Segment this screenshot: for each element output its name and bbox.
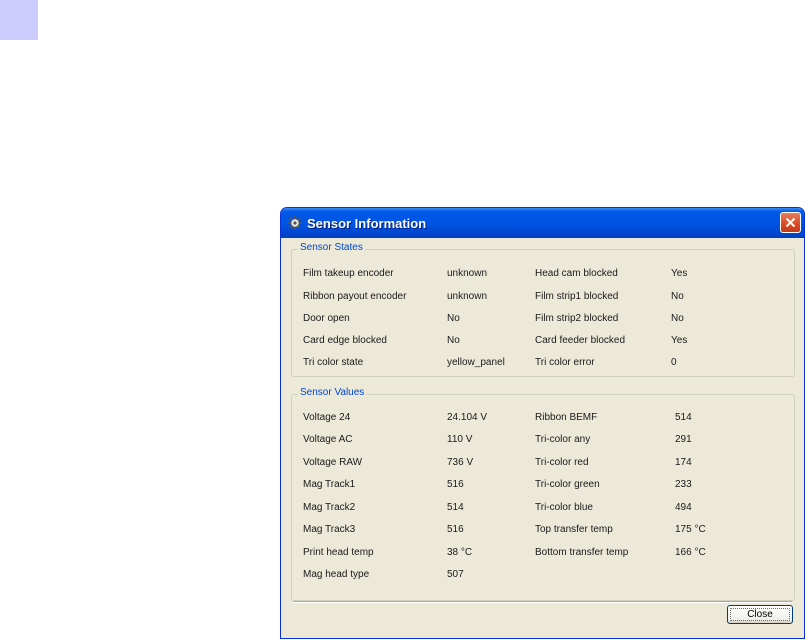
value-reading: 175 °C xyxy=(675,524,706,535)
value-reading: 110 V xyxy=(447,434,473,445)
value-reading: 516 xyxy=(447,524,464,535)
state-label: Ribbon payout encoder xyxy=(303,291,407,302)
state-label: Tri color state xyxy=(303,357,364,368)
state-label: Card feeder blocked xyxy=(535,335,626,346)
value-label: Voltage AC xyxy=(303,434,353,445)
value-label: Tri-color green xyxy=(535,479,600,490)
state-value: unknown xyxy=(447,268,488,279)
value-label: Tri-color blue xyxy=(535,502,593,513)
value-reading: 174 xyxy=(675,457,692,468)
state-label: Film strip2 blocked xyxy=(535,313,619,324)
state-value: Yes xyxy=(671,268,688,279)
value-label: Mag Track1 xyxy=(303,479,356,490)
state-label: Film strip1 blocked xyxy=(535,291,619,302)
value-label: Print head temp xyxy=(303,547,374,558)
value-reading: 516 xyxy=(447,479,464,490)
value-label: Mag Track2 xyxy=(303,502,356,513)
value-reading: 507 xyxy=(447,569,464,580)
state-label: Head cam blocked xyxy=(535,268,618,279)
value-label: Ribbon BEMF xyxy=(535,412,598,423)
state-value: No xyxy=(671,291,684,302)
footer-divider xyxy=(293,601,792,603)
value-label: Mag head type xyxy=(303,569,370,580)
value-reading: 514 xyxy=(675,412,692,423)
value-label: Bottom transfer temp xyxy=(535,547,629,558)
value-label: Tri-color any xyxy=(535,434,591,445)
value-reading: 24.104 V xyxy=(447,412,488,423)
value-reading: 514 xyxy=(447,502,464,513)
state-label: Door open xyxy=(303,313,350,324)
corner-color-square xyxy=(0,0,38,40)
close-button[interactable]: Close xyxy=(727,605,793,624)
value-label: Mag Track3 xyxy=(303,524,356,535)
value-label: Voltage RAW xyxy=(303,457,363,468)
sensor-values-group: Sensor Values Voltage 24 24.104 V Ribbon… xyxy=(291,387,795,601)
value-reading: 736 V xyxy=(447,457,474,468)
close-button-label: Close xyxy=(747,609,773,620)
value-label: Tri-color red xyxy=(535,457,589,468)
value-reading: 38 °C xyxy=(447,547,473,558)
close-icon xyxy=(785,217,796,228)
sensor-values-legend: Sensor Values xyxy=(298,387,367,398)
state-value: No xyxy=(447,335,460,346)
state-value: yellow_panel xyxy=(447,357,505,368)
value-label: Top transfer temp xyxy=(535,524,613,535)
state-value: unknown xyxy=(447,291,488,302)
value-reading: 233 xyxy=(675,479,692,490)
state-label: Card edge blocked xyxy=(303,335,387,346)
title-close-button[interactable] xyxy=(780,212,801,233)
sensor-information-dialog: Sensor Information Sensor States Film ta… xyxy=(280,207,805,639)
dialog-client-area: Sensor States Film takeup encoder unknow… xyxy=(284,238,801,635)
state-label: Film takeup encoder xyxy=(303,268,394,279)
value-reading: 291 xyxy=(675,434,692,445)
title-bar[interactable]: Sensor Information xyxy=(281,208,804,238)
state-label: Tri color error xyxy=(535,357,595,368)
value-reading: 166 °C xyxy=(675,547,706,558)
state-value: Yes xyxy=(671,335,688,346)
state-value: No xyxy=(671,313,684,324)
window-title: Sensor Information xyxy=(307,216,427,231)
state-value: 0 xyxy=(671,357,677,368)
gear-icon xyxy=(287,215,303,231)
value-reading: 494 xyxy=(675,502,692,513)
sensor-states-legend: Sensor States xyxy=(298,242,365,253)
state-value: No xyxy=(447,313,460,324)
value-label: Voltage 24 xyxy=(303,412,351,423)
sensor-states-group: Sensor States Film takeup encoder unknow… xyxy=(291,242,795,377)
